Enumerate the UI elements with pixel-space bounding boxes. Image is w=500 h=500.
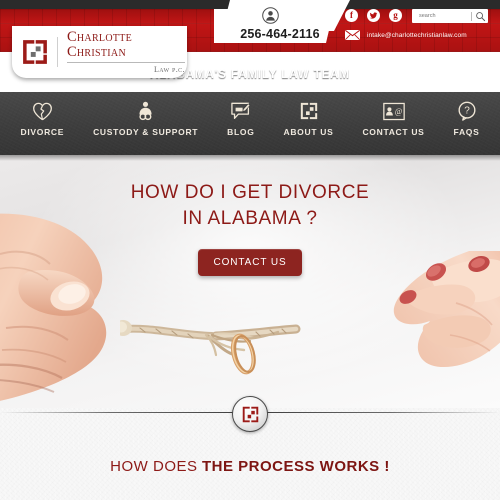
google-plus-icon[interactable]: g (389, 9, 402, 22)
logo-divider (57, 37, 58, 67)
facebook-icon[interactable]: f (345, 9, 358, 22)
logo-square-icon (299, 100, 319, 122)
webpage: 256-464-2116 f g intake@charlottechristi… (0, 0, 500, 500)
charlotte-christian-logo-mark (21, 38, 49, 66)
nav-label-about-us: ABOUT US (283, 127, 334, 137)
email-row[interactable]: intake@charlottechristianlaw.com (345, 30, 467, 40)
logo-badge (232, 396, 268, 432)
person-icon (262, 7, 279, 24)
twitter-icon[interactable] (367, 9, 380, 22)
speech-bubble-pencil-icon (230, 100, 251, 122)
site-logo[interactable]: Charlotte Christian Law p.c. (12, 26, 187, 78)
left-hand-image (0, 213, 107, 401)
logo-name: Charlotte Christian (66, 29, 133, 60)
social-links: f g (345, 9, 402, 22)
broken-heart-icon (32, 100, 53, 122)
magnifier-icon[interactable] (475, 11, 486, 22)
process-heading: HOW DOES THE PROCESS WORKS ! (0, 458, 500, 476)
envelope-icon (345, 30, 360, 40)
phone-number[interactable]: 256-464-2116 (228, 27, 332, 41)
hero-headline-line1: HOW DO I GET DIVORCE (130, 182, 370, 203)
nav-item-blog[interactable]: BLOG (227, 92, 254, 137)
charlotte-christian-logo-mark (242, 406, 258, 422)
nav-item-about-us[interactable]: ABOUT US (284, 92, 334, 137)
nav-item-contact-us[interactable]: @ CONTACT US (362, 92, 424, 137)
logo-text: Charlotte Christian Law p.c. (66, 29, 187, 74)
search-input[interactable] (417, 12, 471, 20)
contact-us-button[interactable]: CONTACT US (198, 249, 302, 276)
nav-label-custody-support: CUSTODY & SUPPORT (93, 127, 199, 137)
nav-drop-shadow (0, 155, 500, 161)
contact-card-icon: @ (382, 100, 405, 122)
process-heading-bold: THE PROCESS WORKS ! (201, 458, 390, 475)
nav-label-contact-us: CONTACT US (362, 127, 425, 137)
main-navigation: DIVORCE CUSTODY & SUPPORT BLOG ABOUT US … (0, 92, 500, 155)
hero-section: HOW DO I GET DIVORCE IN ALABAMA ? CONTAC… (0, 155, 500, 408)
logo-subtitle: Law p.c. (153, 65, 185, 74)
nav-label-faqs: FAQS (453, 127, 480, 137)
nav-item-custody-support[interactable]: CUSTODY & SUPPORT (93, 92, 198, 137)
nav-label-divorce: DIVORCE (20, 127, 65, 137)
contact-us-button-label: CONTACT US (213, 257, 287, 268)
nav-item-faqs[interactable]: ? FAQS (454, 92, 480, 137)
search-box[interactable] (412, 9, 488, 23)
right-hand-image (393, 251, 500, 368)
nav-label-blog: BLOG (227, 127, 255, 137)
svg-text:@: @ (394, 106, 401, 115)
parent-child-icon (136, 100, 155, 122)
wedding-ring-icon (230, 333, 256, 375)
hero-headline-line2: IN ALABAMA ? (182, 208, 318, 229)
process-heading-light: HOW DOES (110, 458, 198, 475)
svg-text:?: ? (464, 106, 470, 117)
email-address[interactable]: intake@charlottechristianlaw.com (367, 32, 467, 39)
search-divider (471, 11, 472, 21)
question-bubble-icon: ? (457, 100, 477, 122)
nav-item-divorce[interactable]: DIVORCE (20, 92, 64, 137)
logo-rule (66, 62, 185, 63)
